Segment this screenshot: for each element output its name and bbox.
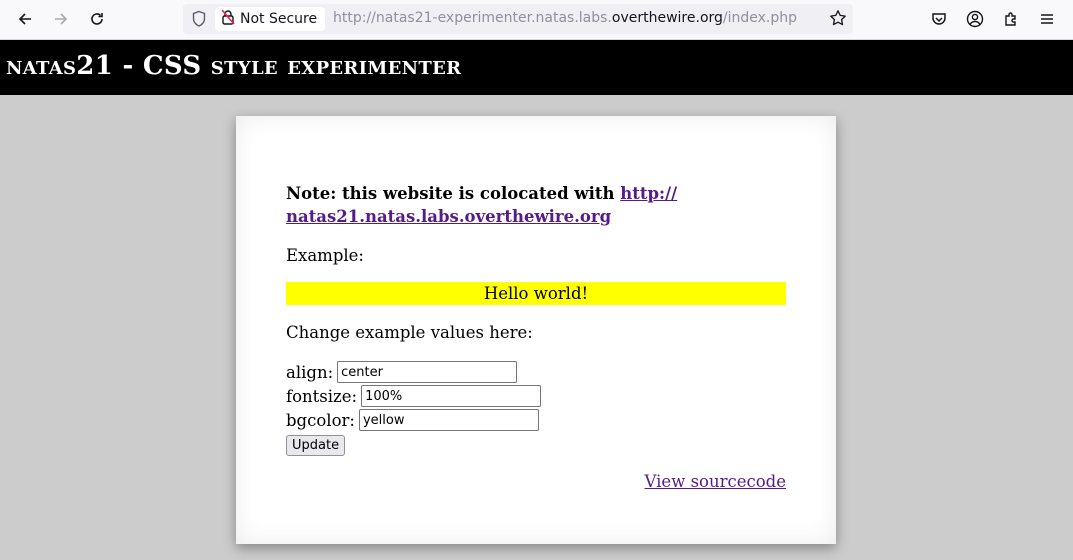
reload-icon[interactable]: [85, 8, 109, 30]
example-label: Example:: [286, 246, 364, 265]
browser-toolbar: Not Secure http://natas21-experimenter.n…: [0, 0, 1073, 40]
align-input[interactable]: [337, 361, 518, 383]
align-label: align:: [286, 362, 334, 382]
security-label: Not Secure: [240, 11, 318, 27]
fontsize-label: fontsize:: [286, 386, 358, 406]
url-prefix: http://natas21-experimenter.natas.labs.: [333, 10, 612, 26]
colocation-note: Note: this website is colocated with htt…: [286, 182, 786, 228]
extensions-icon[interactable]: [999, 8, 1023, 30]
content-inner: Note: this website is colocated with htt…: [286, 182, 786, 456]
pocket-icon[interactable]: [927, 8, 951, 30]
style-form: align: fontsize: bgcolor: Update: [286, 360, 786, 456]
url-bar[interactable]: Not Secure http://natas21-experimenter.n…: [183, 4, 853, 34]
content-panel: Note: this website is colocated with htt…: [236, 116, 836, 544]
back-arrow-icon[interactable]: [13, 8, 37, 30]
colocated-link-part2: natas21.natas.labs.overthewire.org: [286, 207, 612, 226]
account-icon[interactable]: [963, 8, 987, 30]
page-title: natas21 - CSS style experimenter: [6, 51, 462, 81]
change-values-label: Change example values here:: [286, 323, 533, 342]
colocated-link-part1: http://: [620, 184, 678, 203]
note-text: Note: this website is colocated with: [286, 184, 621, 203]
site-security-indicator[interactable]: Not Secure: [215, 7, 326, 31]
bgcolor-label: bgcolor:: [286, 410, 355, 430]
example-preview: Hello world!: [286, 282, 786, 305]
url-host: overthewire.org: [611, 10, 723, 26]
bgcolor-row: bgcolor:: [286, 408, 786, 432]
align-row: align:: [286, 360, 786, 384]
fontsize-input[interactable]: [361, 385, 542, 407]
bookmark-star-icon[interactable]: [829, 9, 847, 31]
page-header: natas21 - CSS style experimenter: [0, 40, 1073, 95]
menu-hamburger-icon[interactable]: [1035, 8, 1059, 30]
bgcolor-input[interactable]: [358, 409, 539, 431]
tracking-shield-icon[interactable]: [191, 10, 207, 32]
forward-arrow-icon[interactable]: [49, 8, 73, 30]
url-suffix: /index.php: [722, 10, 798, 26]
view-sourcecode-link[interactable]: View sourcecode: [645, 472, 786, 491]
fontsize-row: fontsize:: [286, 384, 786, 408]
insecure-lock-icon: [221, 9, 235, 29]
url-text[interactable]: http://natas21-experimenter.natas.labs.o…: [333, 10, 797, 26]
update-button[interactable]: Update: [286, 435, 346, 456]
